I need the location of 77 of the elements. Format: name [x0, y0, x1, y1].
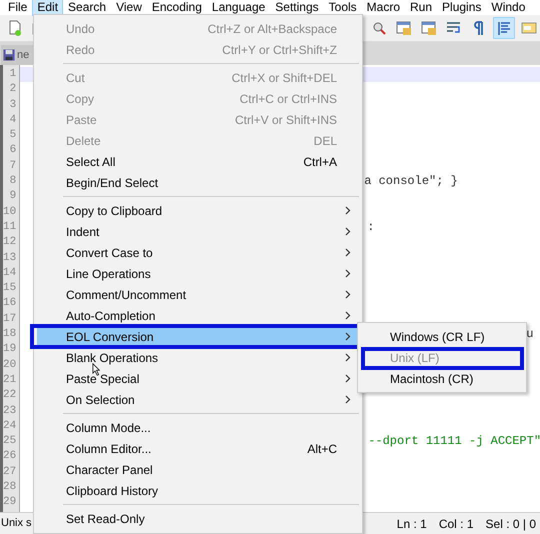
code-text: --dport 11111 -j ACCEPT" — [368, 434, 540, 450]
line-number: 3 — [8, 98, 18, 113]
line-number: 9 — [8, 189, 18, 204]
line-number: 21 — [3, 372, 18, 388]
toolbar-button[interactable] — [493, 17, 515, 39]
menu-item[interactable]: On Selection — [37, 389, 359, 410]
line-number: 15 — [3, 281, 18, 296]
new-file-icon — [7, 20, 23, 36]
selection-indicator: Sel : 0 | 0 — [486, 516, 536, 532]
menu-item[interactable]: Auto-Completion — [37, 305, 359, 326]
menu-bar-item[interactable]: Encoding — [146, 0, 207, 16]
line-indicator: Ln : 1 — [396, 516, 427, 532]
magnifier-icon — [371, 20, 387, 36]
line-number: 8 — [8, 174, 18, 190]
menu-bar-item[interactable]: Run — [405, 0, 438, 16]
column-indicator: Col : 1 — [438, 516, 474, 532]
line-number: 28 — [3, 480, 18, 496]
line-wrap-icon — [446, 20, 462, 36]
line-number: 10 — [3, 204, 18, 220]
line-number: 22 — [3, 388, 18, 404]
menu-bar-item[interactable]: Tools — [324, 0, 362, 16]
line-number: 23 — [3, 404, 18, 419]
menu-bar-item[interactable]: Settings — [270, 0, 324, 16]
line-number: 26 — [3, 449, 18, 464]
menu-item[interactable]: Blank Operations — [37, 347, 359, 368]
line-number: 5 — [8, 128, 18, 144]
menu-item[interactable]: Convert Case to — [37, 242, 359, 263]
code-text: : — [367, 220, 374, 236]
line-number: 13 — [3, 250, 18, 266]
line-number: 27 — [3, 464, 18, 480]
window-icon — [396, 20, 412, 36]
menu-bar-item[interactable]: Plugins — [437, 0, 486, 16]
menu-item[interactable]: Select All Ctrl+A — [37, 151, 359, 172]
line-number: 18 — [3, 327, 18, 342]
line-number: 25 — [3, 434, 18, 450]
line-number: 2 — [8, 82, 18, 98]
menu-item[interactable]: Character Panel — [37, 459, 359, 480]
menu-bar-item[interactable]: Search — [63, 0, 112, 16]
line-number: 29 — [3, 495, 18, 510]
line-number: 17 — [3, 312, 18, 327]
menu-item[interactable]: Column Mode... — [37, 417, 359, 438]
menu-item[interactable]: Set Read-Only — [37, 508, 359, 529]
indent-guide-icon — [496, 20, 512, 36]
menu-bar-item[interactable]: File — [3, 0, 32, 16]
menu-bar-item[interactable]: View — [111, 0, 147, 16]
code-text: u — [526, 327, 534, 342]
line-number: 19 — [3, 342, 18, 358]
menu-item[interactable]: Macintosh (CR) — [361, 368, 523, 389]
mouse-pointer-icon — [92, 363, 101, 376]
line-number: 20 — [3, 358, 18, 373]
line-number: 7 — [8, 158, 18, 174]
menu-bar-item[interactable]: Macro — [362, 0, 406, 16]
line-number: 24 — [3, 418, 18, 434]
menu-item[interactable]: Column Editor... Alt+C — [37, 438, 359, 459]
line-number: 16 — [3, 296, 18, 312]
menu-bar-item[interactable]: Windo — [486, 0, 530, 16]
menu-item[interactable]: Paste Special — [37, 368, 359, 389]
menu-item[interactable]: Copy to Clipboard — [37, 200, 359, 221]
menu-item[interactable]: Begin/End Select — [37, 172, 359, 193]
line-number: 11 — [3, 220, 18, 235]
line-number: 6 — [8, 143, 18, 158]
menu-bar-item[interactable]: Language — [206, 0, 270, 16]
status-text: Unix s — [1, 516, 32, 532]
menu-item[interactable]: Indent — [37, 221, 359, 242]
file-tab[interactable]: ne — [1, 45, 36, 65]
line-number: 4 — [8, 112, 18, 128]
menu-item[interactable]: Line Operations — [37, 263, 359, 284]
menu-item[interactable]: Clipboard History — [37, 480, 359, 501]
line-number: 1 — [8, 67, 18, 82]
window-icon — [421, 20, 437, 36]
menu-item[interactable]: Comment/Uncomment — [37, 284, 359, 305]
panel-icon — [521, 20, 537, 36]
line-number: 12 — [3, 235, 18, 250]
menu-item[interactable]: Windows (CR LF) — [361, 326, 523, 347]
save-icon — [3, 49, 15, 61]
line-number: 14 — [3, 266, 18, 281]
code-text: a console"; } — [364, 174, 458, 190]
